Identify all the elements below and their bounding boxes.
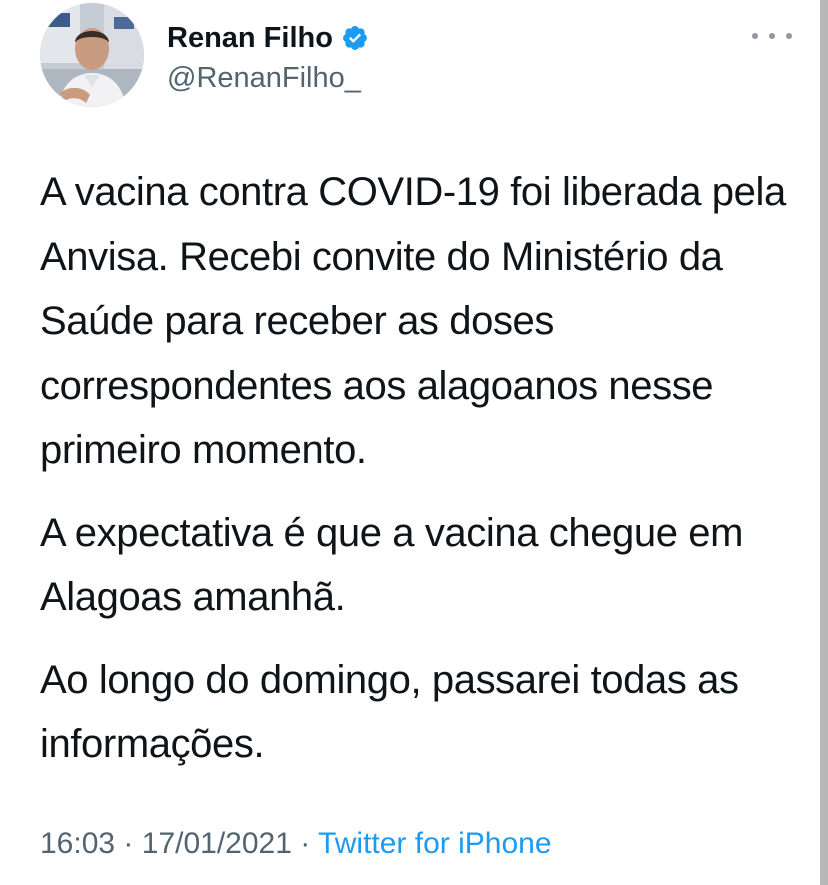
- display-name[interactable]: Renan Filho: [167, 20, 333, 56]
- tweet-date[interactable]: 17/01/2021: [142, 827, 292, 860]
- tweet-card: Renan Filho @RenanFilho_ A vacina contra…: [0, 0, 828, 885]
- avatar[interactable]: [40, 3, 144, 107]
- name-row: Renan Filho: [167, 20, 369, 56]
- tweet-paragraph: A vacina contra COVID-19 foi liberada pe…: [40, 170, 786, 472]
- user-handle[interactable]: @RenanFilho_: [167, 60, 361, 96]
- tweet-source-link[interactable]: Twitter for iPhone: [318, 827, 551, 860]
- more-options-icon[interactable]: [752, 26, 792, 46]
- tweet-paragraph: Ao longo do domingo, passarei todas as i…: [40, 657, 739, 767]
- verified-badge-icon: [341, 24, 369, 52]
- tweet-time[interactable]: 16:03: [40, 827, 115, 860]
- tweet-header: Renan Filho @RenanFilho_: [40, 0, 800, 120]
- tweet-paragraph: A expectativa é que a vacina chegue em A…: [40, 510, 744, 620]
- scrollbar-edge: [820, 0, 828, 885]
- meta-separator: ·: [300, 827, 311, 860]
- tweet-metadata: 16:03 · 17/01/2021 · Twitter for iPhone: [40, 824, 552, 864]
- tweet-text: A vacina contra COVID-19 foi liberada pe…: [40, 160, 800, 777]
- meta-separator: ·: [123, 827, 134, 860]
